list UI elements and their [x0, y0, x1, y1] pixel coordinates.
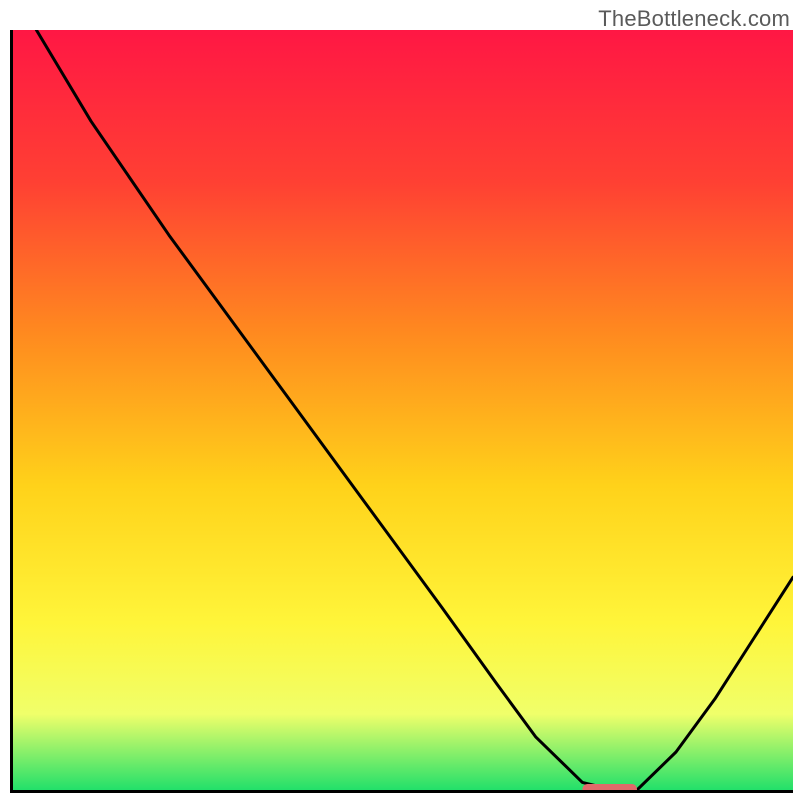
- plot-area: [10, 30, 793, 793]
- bottleneck-curve: [13, 30, 793, 790]
- optimal-marker: [582, 784, 637, 790]
- chart-frame: TheBottleneck.com: [0, 0, 800, 800]
- watermark-text: TheBottleneck.com: [598, 6, 790, 32]
